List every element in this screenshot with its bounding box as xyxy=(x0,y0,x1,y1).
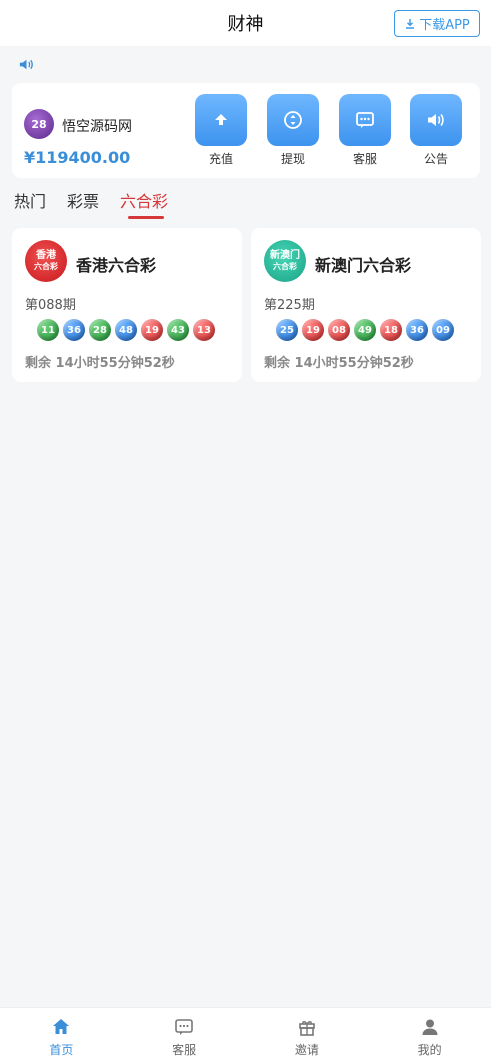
nav-home[interactable]: 首页 xyxy=(0,1008,123,1062)
notice-bar[interactable] xyxy=(18,56,38,74)
result-ball: 49 xyxy=(354,319,376,341)
nav-profile[interactable]: 我的 xyxy=(368,1008,491,1062)
logo-line2: 六合彩 xyxy=(34,262,58,271)
avatar-text: 28 xyxy=(31,117,47,131)
countdown-text: 剩余 14小时55分钟52秒 xyxy=(264,356,414,371)
withdraw-label: 提现 xyxy=(280,152,305,166)
tab-lottery[interactable]: 彩票 xyxy=(67,188,99,220)
customer-service-label: 客服 xyxy=(352,152,377,166)
lottery-period: 第225期 xyxy=(264,298,315,313)
nav-service[interactable]: 客服 xyxy=(123,1008,246,1062)
nav-invite-label: 邀请 xyxy=(294,1043,319,1057)
chat-icon xyxy=(356,112,374,128)
speaker-icon xyxy=(428,113,444,127)
result-ball: 11 xyxy=(37,319,59,341)
lottery-name: 新澳门六合彩 xyxy=(315,256,412,275)
withdraw-icon xyxy=(284,111,302,129)
lottery-card-macau[interactable]: 新澳门 六合彩 新澳门六合彩 第225期 25 19 08 49 18 36 0… xyxy=(251,228,481,382)
result-ball: 19 xyxy=(141,319,163,341)
download-app-button[interactable]: 下载APP xyxy=(394,10,480,37)
result-ball: 13 xyxy=(193,319,215,341)
tab-mark-six[interactable]: 六合彩 xyxy=(120,188,168,220)
result-ball: 19 xyxy=(302,319,324,341)
result-ball: 43 xyxy=(167,319,189,341)
macau-logo: 新澳门 六合彩 xyxy=(264,240,306,282)
account-card: 28 悟空源码网 ¥119400.00 充值 提现 客服 公告 xyxy=(12,83,480,178)
result-balls: 25 19 08 49 18 36 09 xyxy=(276,319,454,341)
nav-profile-label: 我的 xyxy=(417,1043,442,1057)
upload-icon xyxy=(215,114,227,125)
logo-line1: 香港 xyxy=(36,250,56,261)
announcement-button[interactable]: 公告 xyxy=(410,94,462,167)
customer-service-button[interactable]: 客服 xyxy=(339,94,391,167)
bottom-nav: 首页 客服 邀请 我的 xyxy=(0,1007,491,1062)
download-icon xyxy=(406,18,415,29)
result-ball: 25 xyxy=(276,319,298,341)
page-title: 财神 xyxy=(227,14,264,35)
lottery-name: 香港六合彩 xyxy=(76,256,157,275)
result-ball: 18 xyxy=(380,319,402,341)
tab-hot[interactable]: 热门 xyxy=(14,188,46,220)
result-ball: 28 xyxy=(89,319,111,341)
speaker-icon xyxy=(19,59,33,70)
recharge-label: 充值 xyxy=(208,152,233,166)
user-icon xyxy=(422,1019,438,1035)
home-icon xyxy=(53,1019,70,1034)
announcement-label: 公告 xyxy=(423,152,448,166)
avatar: 28 xyxy=(24,109,54,139)
app-header: 财神 下载APP xyxy=(0,0,491,46)
username: 悟空源码网 xyxy=(62,119,132,135)
nav-invite[interactable]: 邀请 xyxy=(246,1008,369,1062)
category-tabs: 热门 彩票 六合彩 xyxy=(14,188,168,220)
result-ball: 09 xyxy=(432,319,454,341)
logo-line1: 新澳门 xyxy=(270,250,300,261)
result-ball: 36 xyxy=(406,319,428,341)
balance-amount: ¥119400.00 xyxy=(24,148,131,167)
download-app-label: 下载APP xyxy=(419,18,470,33)
gift-icon xyxy=(299,1021,315,1036)
result-ball: 08 xyxy=(328,319,350,341)
result-ball: 36 xyxy=(63,319,85,341)
result-balls: 11 36 28 48 19 43 13 xyxy=(37,319,215,341)
lottery-period: 第088期 xyxy=(25,298,76,313)
lottery-card-hongkong[interactable]: 香港 六合彩 香港六合彩 第088期 11 36 28 48 19 43 13 … xyxy=(12,228,242,382)
countdown-text: 剩余 14小时55分钟52秒 xyxy=(25,356,175,371)
nav-service-label: 客服 xyxy=(172,1043,197,1057)
hongkong-logo: 香港 六合彩 xyxy=(25,240,67,282)
chat-icon xyxy=(175,1019,193,1035)
nav-home-label: 首页 xyxy=(49,1043,74,1057)
result-ball: 48 xyxy=(115,319,137,341)
logo-line2: 六合彩 xyxy=(273,262,297,271)
recharge-button[interactable]: 充值 xyxy=(195,94,247,167)
withdraw-button[interactable]: 提现 xyxy=(267,94,319,167)
